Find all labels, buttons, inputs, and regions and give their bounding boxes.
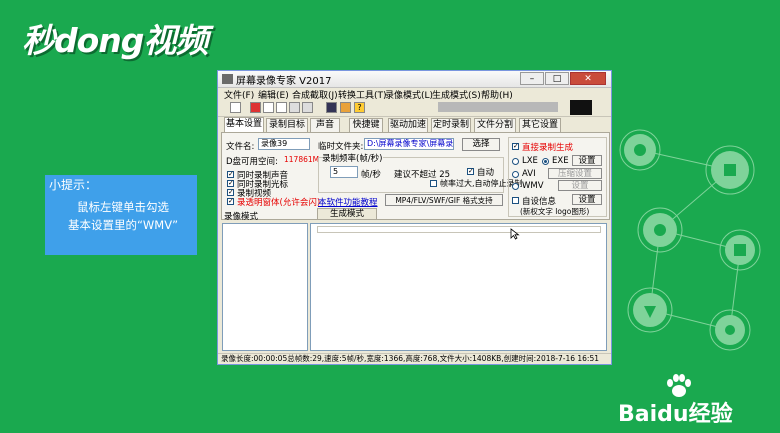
pause-icon[interactable] (263, 102, 274, 113)
blurred-area-dark (570, 100, 592, 115)
record-mode-label: 录像模式 (224, 212, 259, 222)
tab-other[interactable]: 其它设置 (519, 118, 561, 132)
opt-video-checkbox[interactable]: ✓ (227, 189, 234, 196)
bottom-logo-text: Baidu经验 (618, 402, 733, 427)
globe-icon[interactable] (326, 102, 337, 113)
list-header (317, 226, 601, 233)
temp-folder-input[interactable]: D:\屏幕录像专家\屏幕录 (364, 138, 454, 150)
temp-folder-label: 临时文件夹: (318, 142, 364, 152)
edit-icon[interactable] (302, 102, 313, 113)
fps-unit: 帧/秒 (361, 170, 381, 180)
format-exe-label: EXE (552, 156, 569, 166)
auto-checkbox[interactable]: ✓ (467, 168, 474, 175)
format-wmv-label: WMV (522, 181, 544, 191)
format-exe-radio[interactable] (542, 158, 549, 165)
tip-body: 鼠标左键单击勾选 基本设置里的“WMV” (53, 198, 193, 234)
blurred-area (438, 102, 558, 112)
tip-line-2: 基本设置里的“WMV” (67, 218, 179, 232)
direct-gen-label: 直接录制生成 (522, 143, 574, 153)
app-icon (222, 74, 233, 84)
auto-label: 自动 (477, 168, 495, 178)
disk-space-label: D盘可用空间: (226, 157, 278, 167)
mouse-cursor-icon (510, 228, 520, 240)
auto-info-checkbox[interactable] (512, 197, 519, 204)
maximize-icon[interactable]: □ (545, 72, 569, 85)
disk-space-value: 117861M (284, 155, 320, 164)
tab-split[interactable]: 文件分割 (474, 118, 516, 132)
tab-schedule[interactable]: 定时录制 (431, 118, 471, 132)
status-text: 录像长度:00:00:05总帧数:29,速度:5帧/秒,宽度:1366,高度:7… (221, 354, 599, 363)
app-window: 屏幕录像专家 V2017 – □ ✕ 文件(F) 编辑(E) 合成截取(J) 转… (217, 70, 612, 365)
minimize-icon[interactable]: – (520, 72, 544, 85)
basic-settings-panel: 文件名: 录像39 临时文件夹: D:\屏幕录像专家\屏幕录 选择 D盘可用空间… (221, 132, 610, 220)
tab-driver[interactable]: 驱动加速 (388, 118, 428, 132)
status-bar: 录像长度:00:00:05总帧数:29,速度:5帧/秒,宽度:1366,高度:7… (218, 353, 611, 364)
tab-basic[interactable]: 基本设置 (224, 117, 264, 132)
compress-settings-button[interactable]: 压缩设置 (548, 168, 602, 179)
tab-sound[interactable]: 声音 (310, 118, 340, 132)
opt-transparent-checkbox[interactable]: ✓ (227, 198, 234, 205)
new-icon[interactable] (230, 102, 241, 113)
record-icon[interactable] (250, 102, 261, 113)
window-title: 屏幕录像专家 V2017 (236, 76, 332, 87)
filename-input[interactable]: 录像39 (258, 138, 310, 150)
top-logo-text: 秒dong视频 (22, 21, 208, 60)
help-icon[interactable]: ? (354, 102, 365, 113)
stop-icon[interactable] (276, 102, 287, 113)
close-icon[interactable]: ✕ (570, 72, 606, 85)
gen-mode-label[interactable]: 生成模式 (317, 208, 377, 220)
format-lxe-label: LXE (522, 156, 538, 166)
format-avi-radio[interactable] (512, 171, 519, 178)
tip-box: 小提示： 鼠标左键单击勾选 基本设置里的“WMV” (45, 175, 197, 255)
overflow-checkbox[interactable] (430, 180, 437, 187)
tip-line-1: 鼠标左键单击勾选 (77, 200, 169, 214)
top-logo: 秒dong视频 (22, 14, 208, 64)
format-lxe-radio[interactable] (512, 158, 519, 165)
format-avi-label: AVI (522, 169, 536, 179)
format-support-button[interactable]: MP4/FLV/SWF/GIF 格式支持 (385, 194, 503, 206)
tab-bar: 基本设置 录制目标 声音 快捷键 驱动加速 定时录制 文件分割 其它设置 (224, 117, 604, 132)
opt-sound-checkbox[interactable]: ✓ (227, 171, 234, 178)
paw-icon (667, 374, 691, 397)
filename-label: 文件名: (226, 142, 255, 152)
tab-hotkey[interactable]: 快捷键 (349, 118, 383, 132)
opt-cursor-checkbox[interactable]: ✓ (227, 180, 234, 187)
tab-target[interactable]: 录制目标 (266, 118, 308, 132)
opt-transparent-label: 录透明窗体(允许会闪) (237, 198, 321, 208)
record-list-panel[interactable] (222, 223, 308, 351)
gen-list-panel[interactable] (310, 223, 607, 351)
direct-gen-checkbox[interactable]: ✓ (512, 143, 519, 150)
settings-icon[interactable] (340, 102, 351, 113)
tutorial-link[interactable]: 本软件功能教程 (318, 196, 378, 208)
title-bar[interactable]: 屏幕录像专家 V2017 – □ ✕ (218, 71, 611, 88)
fps-group-title: 录制频率(帧/秒) (322, 152, 383, 164)
info-settings-button[interactable]: 设置 (572, 194, 602, 205)
play-icon[interactable] (289, 102, 300, 113)
fps-input[interactable]: 5 (330, 166, 358, 178)
logo-text: (新权文字 logo图形) (520, 207, 590, 216)
decorative-icons (619, 129, 761, 351)
tip-title: 小提示： (49, 178, 98, 192)
settings-button[interactable]: 设置 (572, 155, 602, 166)
bottom-logo: Baidu经验 (618, 396, 778, 428)
choose-button[interactable]: 选择 (462, 138, 500, 151)
menu-bar: 文件(F) 编辑(E) 合成截取(J) 转换工具(T) 录像模式(L) 生成模式… (218, 87, 611, 101)
wmv-settings-button[interactable]: 设置 (558, 180, 602, 191)
format-wmv-radio[interactable] (512, 183, 519, 190)
toolbar: ? (218, 100, 611, 117)
